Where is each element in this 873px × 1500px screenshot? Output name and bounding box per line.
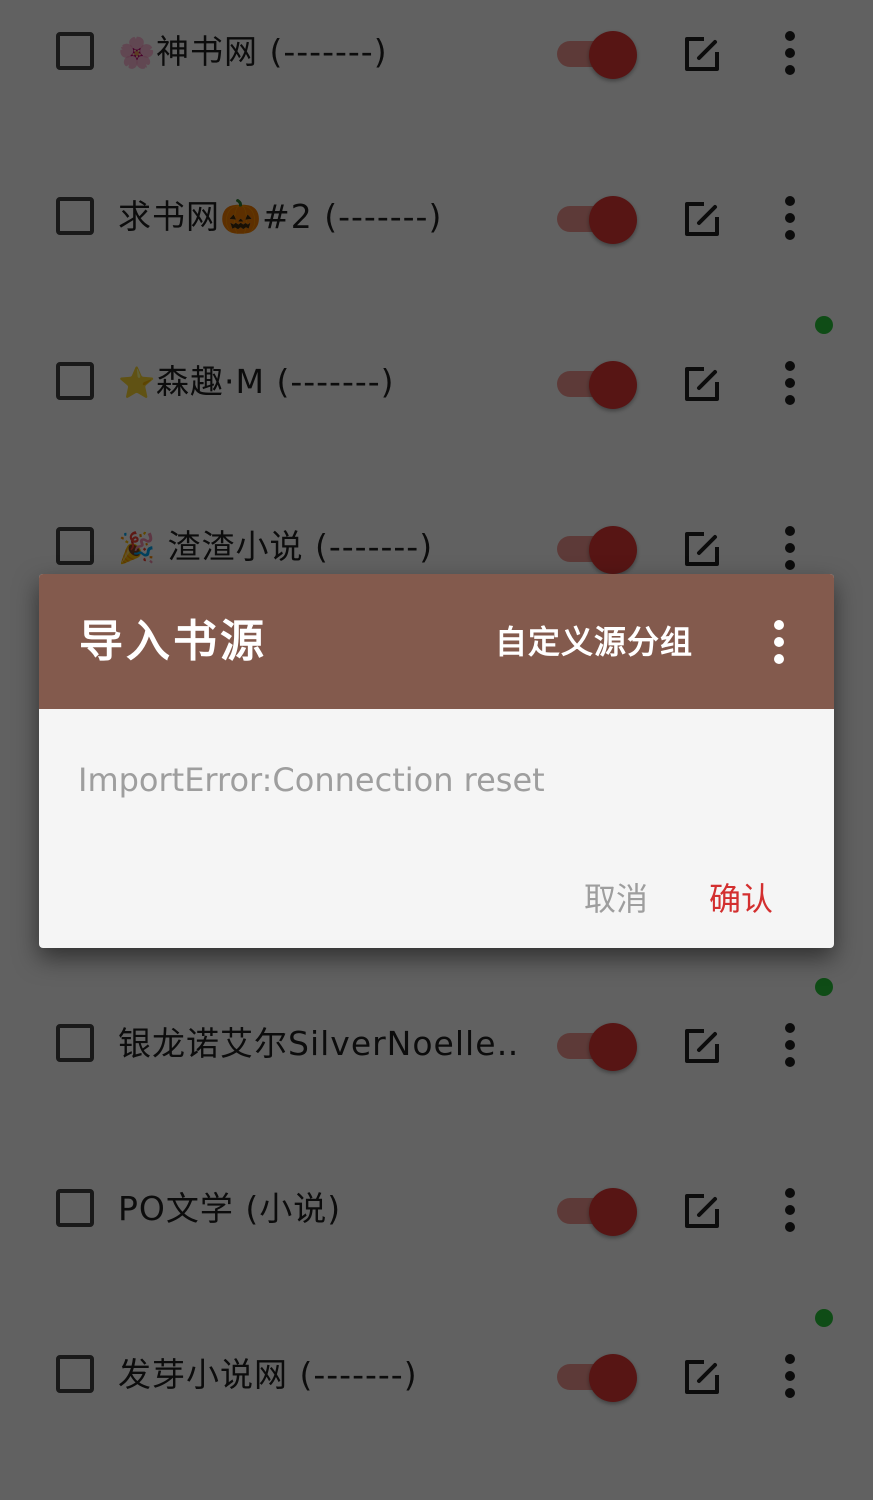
dialog-header: 导入书源 自定义源分组 xyxy=(39,574,834,709)
dialog-title: 导入书源 xyxy=(79,616,267,667)
cancel-button[interactable]: 取消 xyxy=(584,877,648,921)
more-vert-icon[interactable] xyxy=(761,618,797,666)
custom-group-button[interactable]: 自定义源分组 xyxy=(495,620,693,664)
dialog-message: ImportError:Connection reset xyxy=(78,761,545,799)
confirm-button[interactable]: 确认 xyxy=(709,877,773,921)
import-source-dialog: 导入书源 自定义源分组 ImportError:Connection reset… xyxy=(39,574,834,948)
